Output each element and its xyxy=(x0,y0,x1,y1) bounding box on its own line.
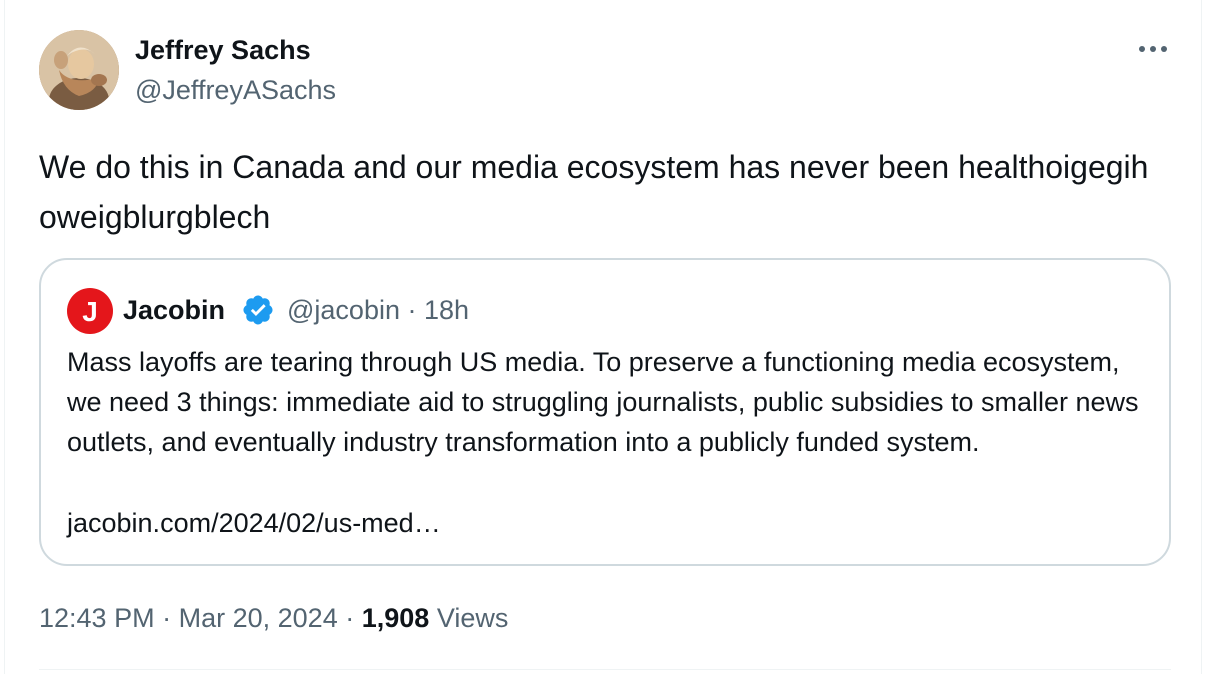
views-count: 1,908 xyxy=(361,603,430,633)
tweet-text: We do this in Canada and our media ecosy… xyxy=(39,149,1149,235)
meta-separator: · xyxy=(162,603,172,633)
tweet-meta: 12:43 PM · Mar 20, 2024 · 1,908 Views xyxy=(39,600,508,636)
quoted-handle: @jacobin xyxy=(287,295,400,325)
quoted-tweet-card[interactable]: J Jacobin @jacobin · 18h Mass layoffs ar… xyxy=(39,258,1171,566)
views-label: Views xyxy=(436,603,509,633)
quoted-meta: @jacobin · 18h xyxy=(287,293,469,327)
svg-text:J: J xyxy=(82,296,98,327)
author-handle[interactable]: @JeffreyASachs xyxy=(135,73,336,107)
author-name[interactable]: Jeffrey Sachs xyxy=(135,33,311,67)
meta-separator: · xyxy=(345,603,355,633)
tweet-time[interactable]: 12:43 PM xyxy=(39,603,155,633)
quoted-age: 18h xyxy=(424,295,470,325)
quoted-text: Mass layoffs are tearing through US medi… xyxy=(67,347,1139,457)
divider xyxy=(39,669,1171,670)
tweet-date[interactable]: Mar 20, 2024 xyxy=(179,603,338,633)
quoted-separator: · xyxy=(407,295,417,325)
tweet-card: Jeffrey Sachs @JeffreyASachs We do this … xyxy=(4,0,1202,674)
verified-badge-icon xyxy=(241,293,275,327)
more-options-icon[interactable] xyxy=(1135,34,1171,64)
quoted-author-name: Jacobin xyxy=(123,295,226,325)
quoted-link[interactable]: jacobin.com/2024/02/us-med… xyxy=(67,503,441,543)
portrait-avatar-icon[interactable] xyxy=(39,30,119,110)
jacobin-logo-icon: J xyxy=(67,288,113,334)
